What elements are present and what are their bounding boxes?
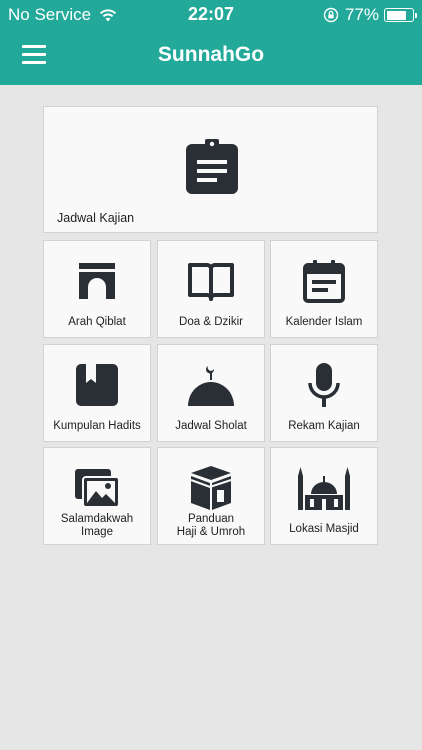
open-book-icon (188, 263, 234, 301)
lokasi-masjid-tile[interactable]: Lokasi Masjid (270, 447, 378, 545)
tile-label: Kalender Islam (285, 316, 363, 328)
tile-label: Salamdakwah Image (46, 513, 148, 539)
panduan-haji-umroh-tile[interactable]: Panduan Haji & Umroh (157, 447, 265, 545)
app-title: SunnahGo (157, 43, 265, 66)
tile-label: Rekam Kajian (288, 420, 360, 432)
tile-label-line-2: Haji & Umroh (176, 526, 246, 538)
kaaba-icon (190, 466, 232, 510)
rotation-lock-icon (323, 7, 339, 23)
status-right: 77% (323, 5, 417, 25)
jadwal-sholat-tile[interactable]: Jadwal Sholat (157, 344, 265, 442)
battery-icon (384, 8, 417, 22)
kaaba-arch-icon (79, 263, 115, 299)
microphone-icon (308, 363, 340, 407)
tile-label-line-2: Image (81, 526, 113, 538)
mosque-minarets-icon (298, 467, 350, 510)
app-bar: SunnahGo (0, 29, 422, 85)
bookmarked-book-icon (76, 364, 118, 406)
status-bar: No Service 22:07 77% (0, 0, 422, 29)
arah-qiblat-tile[interactable]: Arah Qiblat (43, 240, 151, 338)
calendar-icon (303, 260, 345, 303)
rekam-kajian-tile[interactable]: Rekam Kajian (270, 344, 378, 442)
image-gallery-icon (75, 469, 120, 508)
card-label: Jadwal Kajian (57, 211, 135, 225)
tile-label: Doa & Dzikir (179, 316, 243, 328)
kumpulan-hadits-tile[interactable]: Kumpulan Hadits (43, 344, 151, 442)
tile-label-line-1: Salamdakwah (60, 513, 134, 525)
tile-label: Panduan Haji & Umroh (160, 513, 262, 539)
tile-label-line-1: Panduan (187, 513, 235, 525)
tile-label: Arah Qiblat (68, 316, 126, 328)
kalender-islam-tile[interactable]: Kalender Islam (270, 240, 378, 338)
tile-label: Lokasi Masjid (289, 523, 359, 535)
battery-percent: 77% (344, 5, 379, 24)
battery-fill (386, 10, 406, 20)
tile-label: Jadwal Sholat (175, 420, 247, 432)
clipboard-icon (186, 139, 238, 194)
jadwal-kajian-card[interactable]: Jadwal Kajian (43, 106, 378, 233)
salamdakwah-image-tile[interactable]: Salamdakwah Image (43, 447, 151, 545)
doa-dzikir-tile[interactable]: Doa & Dzikir (157, 240, 265, 338)
mosque-dome-icon (188, 366, 234, 406)
tile-label: Kumpulan Hadits (53, 420, 141, 432)
